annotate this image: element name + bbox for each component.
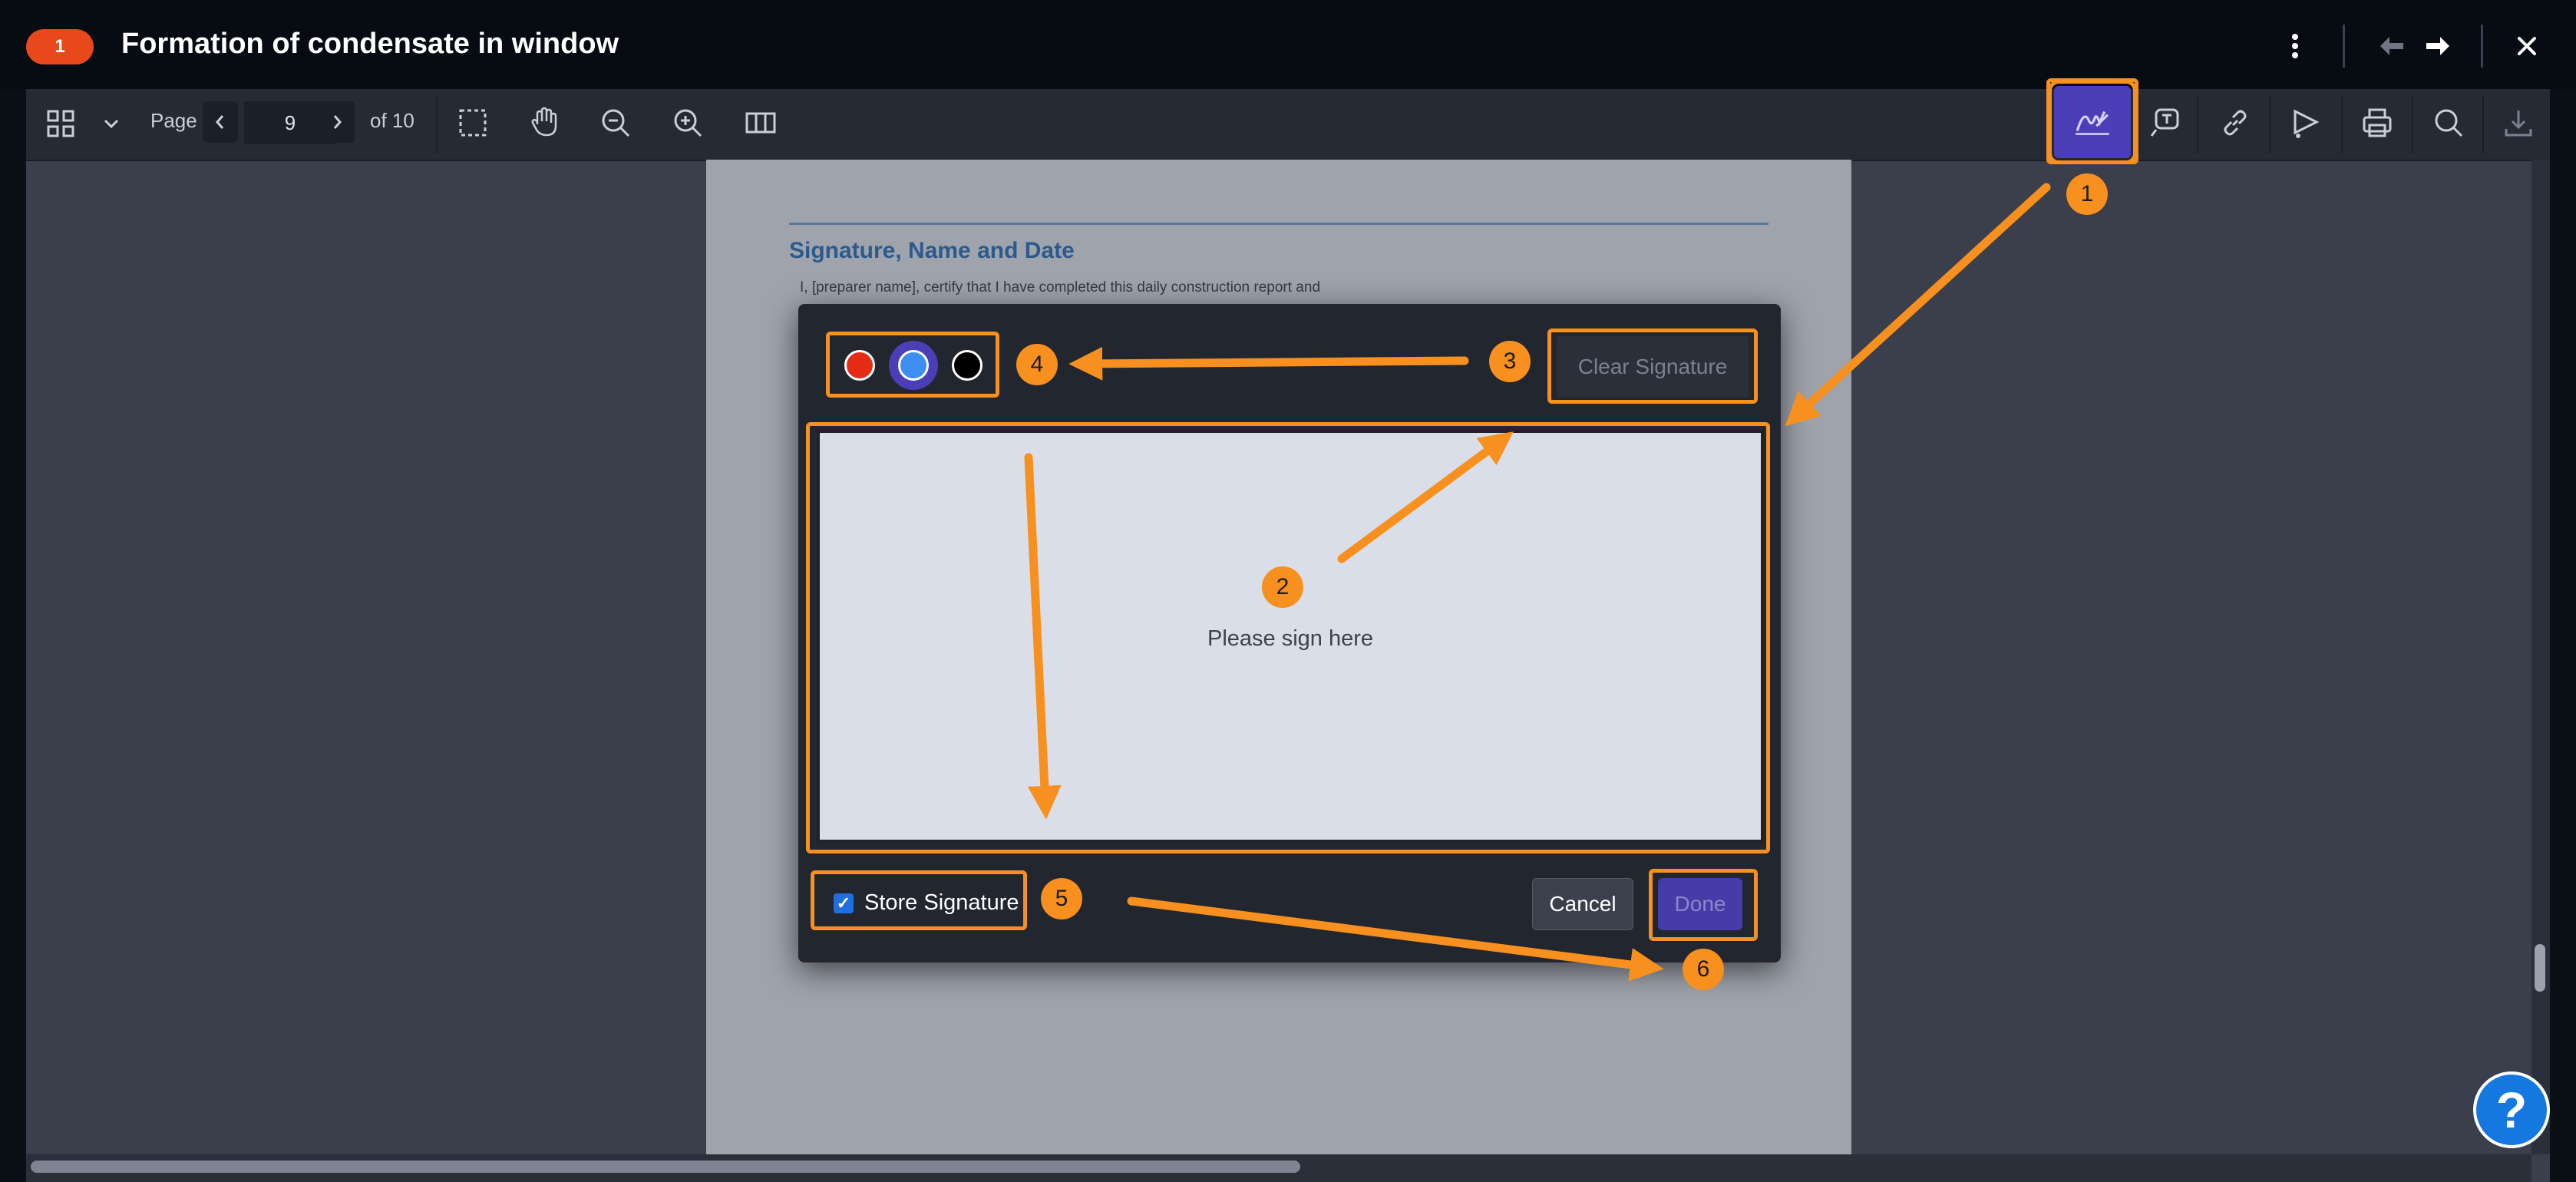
toolbar-divider	[2197, 95, 2198, 154]
title-divider	[2343, 25, 2345, 68]
step-number: 5	[1041, 878, 1082, 920]
cancel-button[interactable]: Cancel	[1532, 878, 1633, 930]
prev-page-icon[interactable]	[203, 101, 238, 143]
arrow-left-icon[interactable]	[2375, 29, 2409, 63]
text-box-icon[interactable]	[2145, 103, 2185, 143]
next-page-icon[interactable]	[319, 101, 355, 143]
step-number: 2	[1262, 566, 1303, 608]
toolbar-divider	[2138, 95, 2140, 154]
step-number: 1	[2066, 173, 2108, 215]
zoom-in-icon[interactable]	[669, 104, 706, 141]
toolbar-divider	[2482, 95, 2484, 154]
vertical-scrollbar[interactable]	[2531, 160, 2550, 1154]
page-total: of 10	[370, 109, 414, 132]
zoom-out-icon[interactable]	[597, 104, 634, 141]
link-icon[interactable]	[2215, 103, 2255, 143]
vertical-scroll-thumb[interactable]	[2535, 944, 2545, 992]
search-icon[interactable]	[2429, 103, 2469, 143]
help-button[interactable]: ?	[2473, 1071, 2550, 1148]
issue-number-badge: 1	[26, 29, 94, 64]
highlight-color-swatches	[826, 332, 999, 398]
step-number: 3	[1489, 341, 1531, 382]
chevron-down-icon[interactable]	[98, 111, 124, 137]
highlight-clear-signature	[1547, 329, 1758, 404]
toolbar-divider	[2269, 95, 2271, 154]
close-icon[interactable]	[2510, 29, 2544, 63]
section-rule	[789, 223, 1769, 225]
thumbnails-icon[interactable]	[43, 106, 78, 141]
highlight-done-button	[1649, 869, 1758, 941]
horizontal-scroll-thumb[interactable]	[31, 1161, 1300, 1173]
pan-hand-icon[interactable]	[525, 103, 563, 141]
page-label: Page	[150, 109, 197, 132]
columns-icon[interactable]	[741, 104, 780, 141]
step-number: 6	[1683, 949, 1724, 990]
highlight-store-signature	[811, 870, 1027, 930]
toolbar-divider	[2341, 95, 2343, 154]
title-divider	[2481, 25, 2483, 68]
issue-title: Formation of condensate in window	[121, 28, 619, 60]
toolbar-divider	[436, 95, 438, 154]
marquee-select-icon[interactable]	[454, 104, 491, 141]
highlight-signature-tool	[2046, 78, 2138, 164]
download-icon[interactable]	[2499, 104, 2538, 143]
arrow-right-icon[interactable]	[2421, 29, 2455, 63]
toolbar-divider	[2412, 95, 2413, 154]
more-vertical-icon[interactable]	[2278, 29, 2312, 63]
section-heading: Signature, Name and Date	[789, 238, 1075, 263]
highlight-signature-canvas	[806, 422, 1770, 853]
certification-text: I, [preparer name], certify that I have …	[800, 279, 1321, 296]
step-number: 4	[1016, 344, 1058, 385]
shapes-icon[interactable]	[2286, 103, 2327, 143]
print-icon[interactable]	[2356, 103, 2398, 143]
